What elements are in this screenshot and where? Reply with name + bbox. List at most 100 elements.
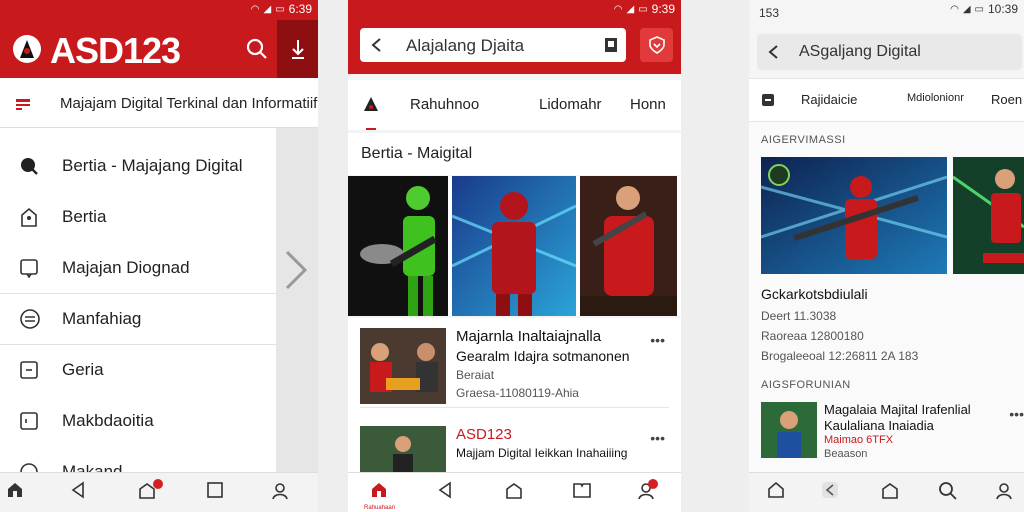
app-bar: ◠ ◢ ▭ 6:39 ASD123 [0, 0, 318, 78]
article-meta: Graesa-11080119-Ahia [456, 386, 579, 400]
search-text: Alajalang Djaita [406, 36, 525, 55]
book-icon[interactable] [572, 481, 592, 499]
meta-line: Deert 11.3038 [761, 309, 837, 323]
drawer-item-label: Majajan Diognad [62, 257, 190, 277]
back-nav-icon[interactable] [436, 481, 454, 499]
drawer-item[interactable]: Bertia - Majajang Digital [0, 140, 276, 191]
article-headline[interactable]: Gckarkotsbdiulali [761, 286, 868, 302]
notification-badge [153, 479, 163, 489]
nav-drawer: Bertia - Majajang Digital Bertia Majajan… [0, 140, 276, 497]
back-nav-icon[interactable] [821, 481, 839, 499]
gallery-image[interactable] [452, 176, 576, 316]
bottom-nav [749, 472, 1024, 512]
wifi-icon: ◠ [613, 3, 623, 15]
download-button[interactable] [277, 20, 318, 78]
logo-icon [363, 96, 379, 112]
image-gallery [348, 176, 681, 316]
more-icon[interactable]: ••• [1009, 406, 1024, 422]
article-card[interactable]: Magalaia Majital Irafenlial Kaulaliana I… [761, 402, 1024, 462]
article-card[interactable]: Majarnla Inaltaiajnalla Gearalm Idajra s… [360, 328, 669, 408]
drawer-item[interactable]: Geria [0, 344, 276, 395]
brand-title: ASD123 [50, 30, 181, 71]
status-time: 6:39 [288, 2, 312, 16]
search-field[interactable]: ASgaljang Digital [757, 34, 1022, 70]
shape-icon[interactable] [880, 481, 900, 501]
pin-icon [19, 156, 39, 176]
article-image [360, 328, 446, 404]
gallery-image[interactable] [348, 176, 448, 316]
article-title: ASD123 [456, 426, 512, 443]
article-image [761, 402, 817, 458]
home-icon[interactable] [767, 481, 785, 499]
shield-icon [648, 36, 665, 54]
search-icon[interactable] [938, 481, 958, 501]
more-icon[interactable]: ••• [650, 332, 665, 348]
shield-button[interactable] [640, 28, 673, 62]
tab-3[interactable]: Roen [991, 92, 1022, 107]
status-left: 153 [759, 6, 780, 20]
tab-1[interactable]: Rahuhnoo [410, 96, 479, 113]
phone-feed-screen: ◠ ◢ ▭ 9:39 Alajalang Djaita Rahuhnoo Lid… [348, 0, 681, 512]
tab-bar: Rajidaicie Mdiolonionr Roen [749, 78, 1024, 122]
status-time: 9:39 [651, 2, 675, 16]
signal-icon: ◢ [626, 3, 635, 15]
drawer-item[interactable]: Majajan Diognad [0, 242, 276, 293]
home-icon[interactable] [370, 481, 388, 499]
article-meta: Maimao 6TFX [824, 434, 894, 446]
drawer-item[interactable]: Makbdaoitia [0, 395, 276, 446]
home-label: Rahuahaan [364, 505, 396, 511]
message-icon [19, 258, 39, 278]
article-meta: Beaason [824, 448, 868, 460]
square-icon [19, 411, 39, 431]
square-nav-icon[interactable] [206, 481, 224, 499]
drawer-item[interactable]: Manfahiag [0, 293, 276, 344]
status-bar: ◠ ◢ ▭ 6:39 [251, 2, 312, 16]
more-icon[interactable]: ••• [650, 430, 665, 446]
drawer-item-label: Geria [62, 360, 104, 379]
meta-line: Brogaleeoal 12:26811 2A 183 [761, 349, 919, 363]
home-outline-icon [19, 206, 39, 228]
battery-icon: ▭ [974, 3, 984, 15]
back-icon[interactable] [767, 44, 779, 60]
profile-icon[interactable] [270, 481, 290, 501]
qr-icon[interactable] [604, 37, 618, 53]
app-header: ◠ ◢ ▭ 9:39 Alajalang Djaita [348, 0, 681, 74]
article-subtitle: Kaulaliana Inaiadia [824, 418, 934, 433]
tagline-bar: Majajam Digital Terkinal dan Informatiif [0, 80, 318, 128]
back-icon[interactable] [370, 37, 382, 53]
logo-icon [12, 34, 42, 64]
section-header: Bertia - Maigital [348, 133, 681, 175]
drawer-item-label: Bertia - Majajang Digital [62, 155, 243, 175]
home-icon[interactable] [6, 481, 24, 499]
gallery-image[interactable] [761, 157, 947, 274]
profile-icon[interactable] [994, 481, 1014, 501]
phone-drawer-screen: ◠ ◢ ▭ 6:39 ASD123 Majajam Digital Terkin… [0, 0, 318, 512]
square-icon [19, 360, 39, 380]
download-icon [291, 40, 304, 59]
chevron-right-icon[interactable] [283, 248, 309, 292]
article-subtitle: Gearalm Idajra sotmanonen [456, 348, 630, 364]
tab-3[interactable]: Honn [630, 96, 666, 113]
tab-2[interactable]: Mdiolonionr [907, 92, 964, 104]
tab-bar: Rahuhnoo Lidomahr Honn [348, 80, 681, 130]
search-text: ASgaljang Digital [799, 43, 921, 60]
tab-1[interactable]: Rajidaicie [801, 92, 857, 107]
wifi-icon: ◠ [250, 3, 260, 15]
drawer-item-label: Manfahiag [62, 309, 142, 328]
article-list: Majarnla Inaltaiajnalla Gearalm Idajra s… [348, 318, 681, 472]
gallery-image[interactable] [953, 157, 1024, 274]
back-nav-icon[interactable] [69, 481, 87, 499]
search-icon[interactable] [246, 38, 268, 60]
tab-2[interactable]: Lidomahr [539, 96, 602, 113]
article-title: Majarnla Inaltaiajnalla [456, 328, 602, 345]
status-bar: ◠ ◢ ▭ 10:39 [950, 2, 1018, 16]
status-time: 10:39 [987, 2, 1018, 16]
news-icon [761, 93, 775, 107]
shape-icon[interactable] [504, 481, 524, 501]
article-card[interactable]: ASD123 Majjam Digital Ieikkan Inahaiiing… [360, 426, 669, 472]
search-field[interactable]: Alajalang Djaita [360, 28, 626, 62]
drawer-scrim[interactable] [276, 128, 318, 472]
news-icon [15, 97, 31, 111]
gallery-image[interactable] [580, 176, 677, 316]
drawer-item[interactable]: Bertia [0, 191, 276, 242]
